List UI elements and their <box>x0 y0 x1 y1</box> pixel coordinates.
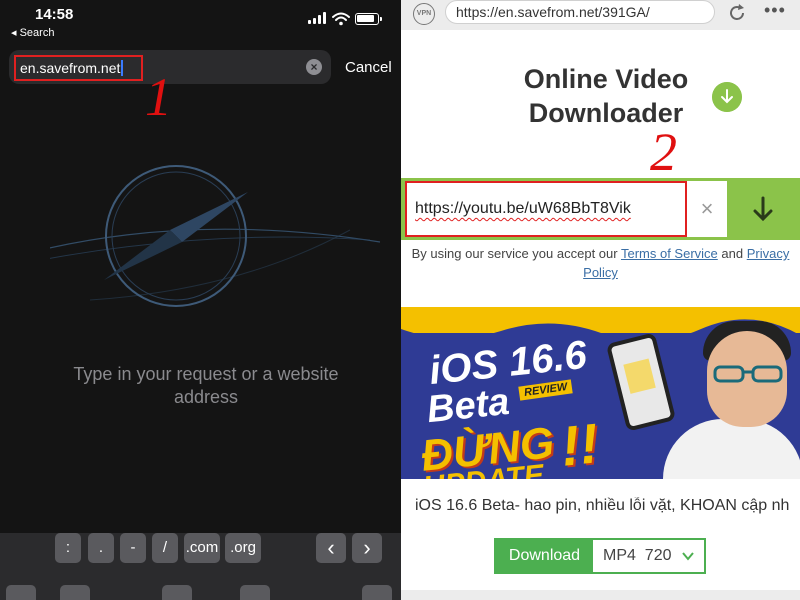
thumbnail-exclaim: !! <box>557 411 602 478</box>
download-arrow-icon <box>712 82 742 112</box>
thumbnail-person-body <box>663 419 800 479</box>
keyboard-key[interactable] <box>162 585 192 600</box>
format-type: MP4 <box>603 547 636 564</box>
status-icons <box>308 12 382 26</box>
thumbnail-phone-graphic <box>605 332 677 432</box>
step-number-1: 1 <box>145 67 172 127</box>
bottom-toolbar-edge <box>401 590 800 600</box>
cellular-signal-icon <box>308 12 326 24</box>
key-dot-org[interactable]: .org <box>225 533 261 563</box>
prev-field-button[interactable]: ‹ <box>316 533 346 563</box>
terms-of-service-link[interactable]: Terms of Service <box>621 246 718 261</box>
thumbnail-phone-screen <box>623 358 656 394</box>
address-input[interactable]: en.savefrom.net <box>14 55 143 81</box>
terms-and: and <box>721 246 744 261</box>
step-number-2: 2 <box>650 122 677 182</box>
browser-address-bar[interactable]: https://en.savefrom.net/391GA/ <box>445 0 715 24</box>
url-form: https://youtu.be/uW68BbT8Vik × <box>401 178 800 240</box>
key-colon[interactable]: : <box>55 533 81 563</box>
more-menu-icon[interactable]: ••• <box>764 0 786 21</box>
key-hyphen[interactable]: - <box>120 533 146 563</box>
video-thumbnail[interactable]: iOS 16.6 Beta REVIEW ĐỪNG UPDATE !! <box>401 307 800 479</box>
next-field-button[interactable]: › <box>352 533 382 563</box>
cancel-button[interactable]: Cancel <box>345 59 392 76</box>
keyboard-accessory-bar: : . - / .com .org ‹ › <box>0 533 401 600</box>
battery-icon <box>355 13 382 25</box>
terms-prefix: By using our service you accept our <box>411 246 618 261</box>
text-cursor <box>121 60 124 76</box>
format-select[interactable]: MP4 720 <box>593 540 704 572</box>
video-title: iOS 16.6 Beta- hao pin, nhiều lỗi vặt, K… <box>415 497 790 514</box>
back-to-search-link[interactable]: ◂ Search <box>11 26 54 39</box>
compass-icon <box>50 165 381 307</box>
empty-state-message: Type in your request or a website addres… <box>73 364 339 407</box>
format-value: MP4 720 <box>603 547 672 565</box>
left-phone-screen: 14:58 ◂ Search en.savefrom.net × Cancel … <box>0 0 401 600</box>
reload-icon[interactable] <box>727 3 747 23</box>
wifi-icon <box>332 12 350 26</box>
format-quality: 720 <box>644 547 672 564</box>
video-url-value: https://youtu.be/uW68BbT8Vik <box>415 200 631 217</box>
key-slash[interactable]: / <box>152 533 178 563</box>
browser-url: https://en.savefrom.net/391GA/ <box>456 4 650 20</box>
clear-input-button[interactable]: × <box>687 181 727 237</box>
right-phone-screen: VPN https://en.savefrom.net/391GA/ ••• O… <box>401 0 800 600</box>
download-button[interactable]: Download <box>496 540 593 572</box>
browser-toolbar: VPN https://en.savefrom.net/391GA/ ••• <box>401 0 800 30</box>
page-title: Online Video Downloader <box>523 64 689 128</box>
key-dot-com[interactable]: .com <box>184 533 220 563</box>
address-input-value: en.savefrom.net <box>20 60 121 76</box>
chevron-down-icon <box>682 552 694 561</box>
keyboard-key[interactable] <box>362 585 392 600</box>
submit-download-button[interactable] <box>727 178 800 240</box>
video-url-input[interactable]: https://youtu.be/uW68BbT8Vik <box>405 181 687 237</box>
thumbnail-glasses <box>713 365 783 383</box>
keyboard-key[interactable] <box>60 585 90 600</box>
keyboard-key[interactable] <box>6 585 36 600</box>
key-period[interactable]: . <box>88 533 114 563</box>
download-controls: Download MP4 720 <box>494 538 706 574</box>
status-time: 14:58 <box>35 6 74 23</box>
vpn-icon[interactable]: VPN <box>413 3 435 25</box>
keyboard-key[interactable] <box>240 585 270 600</box>
clear-address-button[interactable]: × <box>306 59 322 75</box>
terms-notice: By using our service you accept our Term… <box>401 244 800 282</box>
